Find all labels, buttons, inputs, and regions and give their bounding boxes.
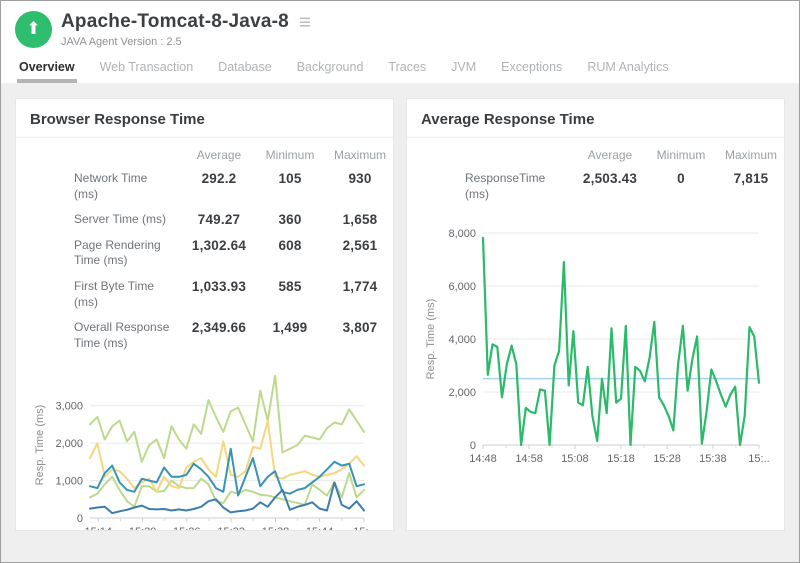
cell-minimum: 1,499 — [259, 320, 321, 335]
cell-minimum: 585 — [259, 279, 321, 294]
cell-maximum: 930 — [321, 171, 394, 186]
svg-text:2,000: 2,000 — [448, 387, 476, 399]
cell-maximum: 2,561 — [321, 238, 394, 253]
svg-text:15:14: 15:14 — [84, 526, 112, 531]
svg-text:15:32: 15:32 — [217, 526, 245, 531]
col-header-average: Average — [179, 148, 259, 162]
card-title: Average Response Time — [421, 111, 770, 128]
col-header-maximum: Maximum — [712, 148, 785, 162]
cell-minimum: 105 — [259, 171, 321, 186]
cell-average: 1,033.93 — [179, 279, 259, 294]
tab-traces[interactable]: Traces — [388, 50, 426, 83]
svg-text:4,000: 4,000 — [448, 334, 476, 346]
col-header-average: Average — [570, 148, 650, 162]
cell-average: 1,302.64 — [179, 238, 259, 253]
cell-average: 2,349.66 — [179, 320, 259, 335]
svg-text:15:08: 15:08 — [561, 453, 589, 465]
app-window: ⬆ Apache-Tomcat-8-Java-8 ≡ JAVA Agent Ve… — [0, 0, 800, 563]
tab-background[interactable]: Background — [297, 50, 364, 83]
svg-text:14:58: 14:58 — [515, 453, 543, 465]
cell-minimum: 0 — [650, 171, 712, 186]
row-label: Server Time (ms) — [30, 212, 179, 228]
app-header: ⬆ Apache-Tomcat-8-Java-8 ≡ JAVA Agent Ve… — [1, 1, 799, 50]
row-label: First Byte Time (ms) — [30, 279, 179, 310]
table-row: Server Time (ms) 749.27 360 1,658 — [30, 207, 394, 233]
divider — [16, 137, 393, 138]
svg-text:15:..: 15:.. — [748, 453, 769, 465]
dashboard-content: Browser Response Time Average Minimum Ma… — [1, 83, 799, 531]
browser-response-time-chart[interactable]: 0 1,000 2,000 3,000 15:14 15:20 15:26 15:32 15:3… — [30, 364, 380, 531]
svg-text:Resp. Time (ms): Resp. Time (ms) — [34, 405, 46, 486]
svg-text:15:38: 15:38 — [699, 453, 727, 465]
svg-text:15:..: 15:.. — [353, 526, 374, 531]
cell-minimum: 608 — [259, 238, 321, 253]
tab-database[interactable]: Database — [218, 50, 272, 83]
tab-bar: Overview Web Transaction Database Backgr… — [1, 50, 799, 83]
cell-average: 2,503.43 — [570, 171, 650, 186]
up-arrow-icon: ⬆ — [26, 20, 40, 37]
svg-text:6,000: 6,000 — [448, 281, 476, 293]
browser-response-time-card: Browser Response Time Average Minimum Ma… — [15, 98, 394, 531]
svg-text:3,000: 3,000 — [55, 401, 83, 413]
svg-text:2,000: 2,000 — [55, 438, 83, 450]
table-row: Page Rendering Time (ms) 1,302.64 608 2,… — [30, 233, 394, 274]
svg-text:0: 0 — [77, 513, 83, 525]
svg-text:8,000: 8,000 — [448, 228, 476, 240]
tab-jvm[interactable]: JVM — [451, 50, 476, 83]
svg-text:0: 0 — [470, 440, 476, 452]
row-label: ResponseTime (ms) — [421, 171, 570, 202]
tab-exceptions[interactable]: Exceptions — [501, 50, 562, 83]
table-row: ResponseTime (ms) 2,503.43 0 7,815 — [421, 166, 785, 207]
cell-maximum: 3,807 — [321, 320, 394, 335]
average-response-time-chart[interactable]: 0 2,000 4,000 6,000 8,000 14:48 14:58 15:08 15:1… — [421, 223, 777, 471]
col-header-maximum: Maximum — [321, 148, 394, 162]
cell-maximum: 7,815 — [712, 171, 785, 186]
col-header-minimum: Minimum — [650, 148, 712, 162]
svg-text:15:38: 15:38 — [262, 526, 290, 531]
svg-text:15:20: 15:20 — [129, 526, 157, 531]
svg-text:Resp. Time (ms): Resp. Time (ms) — [425, 299, 437, 380]
page-title: Apache-Tomcat-8-Java-8 — [61, 11, 289, 33]
table-row: Overall Response Time (ms) 2,349.66 1,49… — [30, 315, 394, 356]
svg-text:1,000: 1,000 — [55, 476, 83, 488]
row-label: Overall Response Time (ms) — [30, 320, 179, 351]
tab-overview[interactable]: Overview — [19, 50, 75, 83]
table-row: First Byte Time (ms) 1,033.93 585 1,774 — [30, 274, 394, 315]
svg-text:15:18: 15:18 — [607, 453, 635, 465]
agent-status-icon: ⬆ — [15, 11, 52, 48]
cell-average: 749.27 — [179, 212, 259, 227]
row-label: Page Rendering Time (ms) — [30, 238, 179, 269]
agent-version-subtitle: JAVA Agent Version : 2.5 — [61, 36, 311, 48]
average-stats-table: Average Minimum Maximum ResponseTime (ms… — [421, 142, 785, 207]
cell-minimum: 360 — [259, 212, 321, 227]
cell-maximum: 1,774 — [321, 279, 394, 294]
average-response-time-card: Average Response Time Average Minimum Ma… — [406, 98, 785, 531]
svg-text:14:48: 14:48 — [469, 453, 497, 465]
cell-maximum: 1,658 — [321, 212, 394, 227]
col-header-minimum: Minimum — [259, 148, 321, 162]
table-row: Network Time (ms) 292.2 105 930 — [30, 166, 394, 207]
card-title: Browser Response Time — [30, 111, 379, 128]
tab-web-transaction[interactable]: Web Transaction — [100, 50, 194, 83]
row-label: Network Time (ms) — [30, 171, 179, 202]
tab-rum-analytics[interactable]: RUM Analytics — [587, 50, 668, 83]
cell-average: 292.2 — [179, 171, 259, 186]
browser-stats-table: Average Minimum Maximum Network Time (ms… — [30, 142, 394, 356]
svg-text:15:44: 15:44 — [306, 526, 334, 531]
divider — [407, 137, 784, 138]
svg-text:15:26: 15:26 — [173, 526, 201, 531]
svg-text:15:28: 15:28 — [653, 453, 681, 465]
hamburger-menu-icon[interactable]: ≡ — [299, 12, 311, 33]
